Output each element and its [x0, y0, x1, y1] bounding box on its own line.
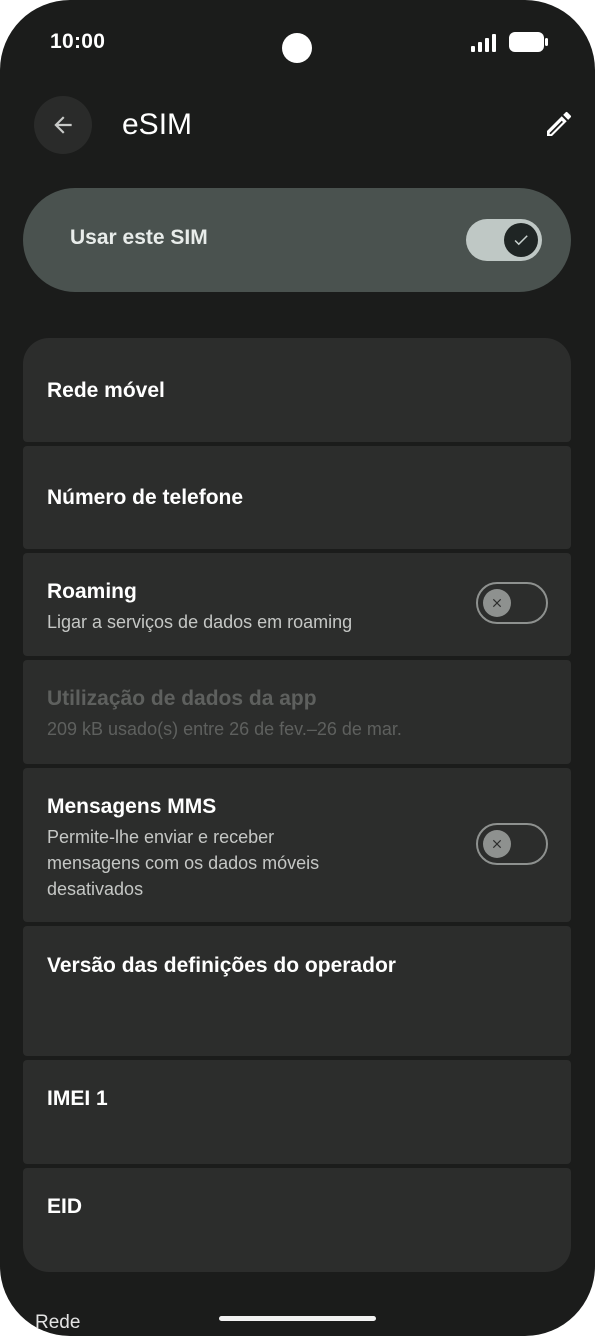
item-subtitle-line: desativados — [47, 879, 144, 899]
camera-cutout — [282, 33, 312, 63]
list-item-eid[interactable]: EID — [23, 1168, 571, 1272]
item-title: Roaming — [47, 580, 137, 603]
item-title: IMEI 1 — [47, 1087, 108, 1110]
item-title: Número de telefone — [47, 486, 244, 509]
list-item-roaming[interactable]: Roaming Ligar a serviços de dados em roa… — [23, 553, 571, 656]
close-icon — [492, 839, 502, 849]
toggle-knob — [504, 223, 538, 257]
section-label-network: Rede — [35, 1312, 81, 1333]
phone-screen: 10:00 eSIM Usar este SIM Rede móvel Núme… — [0, 0, 595, 1336]
use-sim-toggle[interactable] — [466, 219, 542, 261]
list-item-mobile-network[interactable]: Rede móvel — [23, 338, 571, 442]
page-title: eSIM — [122, 108, 193, 141]
top-app-bar: eSIM — [34, 96, 575, 154]
item-title: Mensagens MMS — [47, 795, 217, 818]
item-title: Versão das definições do operador — [47, 954, 396, 977]
item-subtitle: Ligar a serviços de dados em roaming — [47, 612, 353, 632]
arrow-back-icon — [54, 116, 72, 134]
mms-toggle[interactable] — [476, 823, 548, 865]
status-time: 10:00 — [50, 30, 106, 53]
list-item-carrier-settings-version[interactable]: Versão das definições do operador — [23, 926, 571, 1056]
item-subtitle: 209 kB usado(s) entre 26 de fev.–26 de m… — [47, 719, 402, 739]
signal-icon — [471, 34, 496, 52]
use-sim-label: Usar este SIM — [70, 226, 208, 249]
back-button[interactable] — [34, 96, 92, 154]
battery-icon — [509, 32, 548, 52]
item-title: Rede móvel — [47, 379, 165, 402]
toggle-knob — [483, 830, 511, 858]
list-item-mms[interactable]: Mensagens MMS Permite-lhe enviar e receb… — [23, 768, 571, 922]
gesture-home-bar[interactable] — [219, 1316, 376, 1321]
close-icon — [492, 598, 502, 608]
toggle-knob — [483, 589, 511, 617]
item-title: Utilização de dados da app — [47, 687, 317, 710]
item-subtitle-line: mensagens com os dados móveis — [47, 853, 320, 873]
use-sim-card[interactable]: Usar este SIM — [23, 188, 571, 292]
list-item-imei[interactable]: IMEI 1 — [23, 1060, 571, 1164]
list-item-phone-number[interactable]: Número de telefone — [23, 446, 571, 549]
check-icon — [514, 235, 528, 246]
roaming-toggle[interactable] — [476, 582, 548, 624]
item-subtitle-line: Permite-lhe enviar e receber — [47, 827, 275, 847]
list-item-app-data-usage: Utilização de dados da app 209 kB usado(… — [23, 660, 571, 764]
item-title: EID — [47, 1195, 83, 1218]
edit-pencil-icon[interactable] — [543, 108, 575, 140]
